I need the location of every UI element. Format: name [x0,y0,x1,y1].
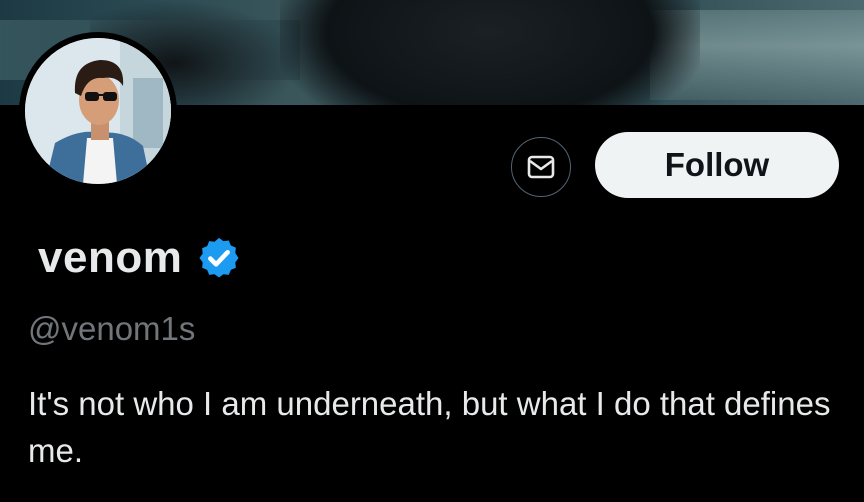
follow-button[interactable]: Follow [595,132,839,198]
banner-figure [280,0,700,105]
avatar-photo [25,38,171,184]
display-name: venom [38,233,183,282]
display-name-row: venom [38,228,242,288]
message-button[interactable] [511,137,571,197]
avatar-illustration [25,38,171,184]
envelope-icon [527,155,555,179]
verified-badge-icon[interactable] [196,235,242,281]
user-handle: @venom1s [28,310,196,347]
avatar[interactable] [19,32,177,190]
profile-bio: It's not who I am underneath, but what I… [28,385,831,469]
